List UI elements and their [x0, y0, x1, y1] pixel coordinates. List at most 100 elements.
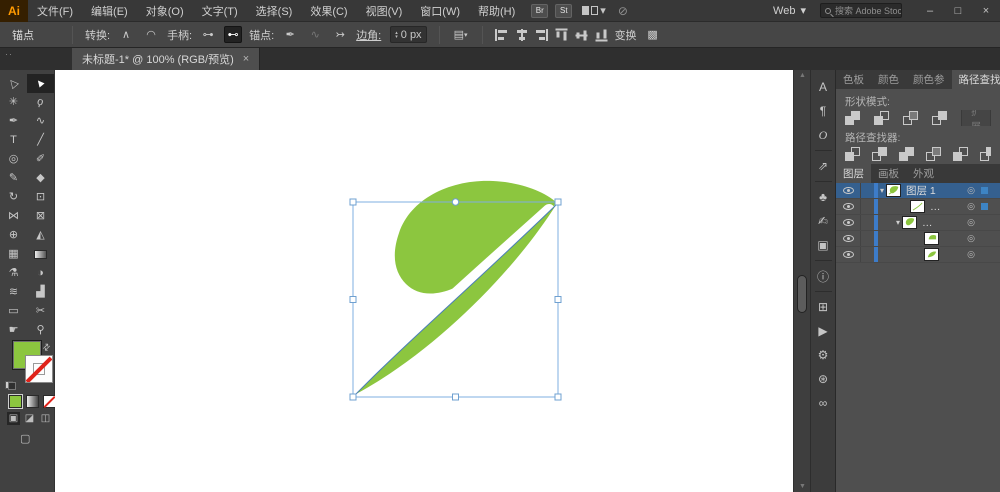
selection-indicator[interactable]: [981, 235, 988, 242]
brushes-panel-icon[interactable]: ✍: [811, 209, 835, 233]
stock-button[interactable]: St: [555, 3, 573, 18]
layer-thumbnail[interactable]: [924, 248, 939, 261]
menu-view[interactable]: 视图(V): [357, 0, 412, 22]
layer-name[interactable]: …: [930, 201, 967, 213]
visibility-toggle[interactable]: [836, 231, 861, 246]
layer-thumbnail[interactable]: [886, 184, 902, 197]
layer-thumbnail[interactable]: [902, 216, 918, 229]
handle-bottom-left[interactable]: [349, 393, 357, 401]
tab-color[interactable]: 颜色: [871, 70, 906, 89]
gradient-tool[interactable]: [27, 245, 54, 264]
layer-row-4[interactable]: ◎: [836, 231, 1000, 247]
symbol-sprayer-tool[interactable]: ≋: [0, 283, 27, 302]
swap-fill-stroke-icon[interactable]: ⇄: [40, 341, 53, 354]
menu-file[interactable]: 文件(F): [28, 0, 82, 22]
layer-name[interactable]: 图层 1: [906, 183, 967, 198]
show-handles-button[interactable]: ⊶: [199, 26, 217, 43]
artboard-tool[interactable]: ▭: [0, 302, 27, 321]
artboard-canvas[interactable]: [55, 70, 793, 492]
handle-bottom-center[interactable]: [452, 393, 459, 401]
align-right-button[interactable]: [535, 28, 548, 41]
anchor-point-top-center[interactable]: [451, 198, 460, 206]
align-left-button[interactable]: [494, 28, 508, 41]
transform-label[interactable]: 变换: [615, 27, 637, 43]
corner-label[interactable]: 边角:: [356, 27, 381, 43]
scroll-down-icon[interactable]: ▼: [794, 483, 811, 490]
scrollbar-thumb[interactable]: [797, 275, 807, 313]
menu-window[interactable]: 窗口(W): [411, 0, 469, 22]
search-input[interactable]: 搜索 Adobe Stock: [820, 3, 902, 18]
tab-close-icon[interactable]: ×: [243, 53, 249, 65]
magic-wand-tool[interactable]: ✳: [0, 93, 27, 112]
target-icon[interactable]: ◎: [967, 249, 975, 260]
shape-mode-exclude-button[interactable]: [932, 111, 948, 125]
align-bottom-button[interactable]: [595, 28, 608, 41]
pathfinder-trim-button[interactable]: [872, 147, 888, 161]
selection-indicator[interactable]: [981, 219, 988, 226]
leaf-artwork[interactable]: [55, 70, 793, 492]
layer-thumbnail[interactable]: [924, 232, 939, 245]
remove-anchor-button[interactable]: ✒: [281, 26, 299, 43]
cut-path-button[interactable]: ∿: [306, 26, 324, 43]
align-middle-button[interactable]: [575, 28, 588, 41]
pathfinder-minus-back-button[interactable]: [980, 147, 991, 161]
expand-button[interactable]: 扩展: [961, 110, 991, 126]
free-transform-tool[interactable]: ⊠: [27, 207, 54, 226]
target-icon[interactable]: ◎: [967, 217, 975, 228]
target-icon[interactable]: ◎: [967, 233, 975, 244]
handle-mid-left[interactable]: [349, 296, 357, 303]
convert-to-corner-button[interactable]: ∧: [117, 26, 135, 43]
tab-layers[interactable]: 图层: [836, 164, 871, 183]
target-icon[interactable]: ◎: [967, 185, 975, 196]
tab-swatches[interactable]: 色板: [836, 70, 871, 89]
visibility-toggle[interactable]: [836, 199, 861, 214]
menu-edit[interactable]: 编辑(E): [82, 0, 137, 22]
curvature-tool[interactable]: ∿: [27, 112, 54, 131]
tab-pathfinder[interactable]: 路径查找器: [951, 70, 1000, 89]
layer-thumbnail[interactable]: [910, 200, 925, 213]
graphic-styles-panel-icon[interactable]: ▣: [811, 233, 835, 257]
zoom-tool[interactable]: ⚲: [27, 321, 54, 340]
selection-indicator[interactable]: [981, 251, 988, 258]
shape-builder-tool[interactable]: ⊕: [0, 226, 27, 245]
handle-top-left[interactable]: [349, 198, 357, 206]
selection-indicator[interactable]: [981, 187, 988, 194]
mesh-tool[interactable]: ▦: [0, 245, 27, 264]
eraser-tool[interactable]: ◆: [27, 169, 54, 188]
pen-tool[interactable]: ✒: [0, 112, 27, 131]
expand-arrow-icon[interactable]: ▾: [896, 218, 900, 227]
selection-tool[interactable]: ▲: [27, 74, 54, 93]
menu-effect[interactable]: 效果(C): [301, 0, 356, 22]
draw-normal-button[interactable]: ▣: [7, 412, 20, 425]
align-top-button[interactable]: [555, 28, 568, 41]
toolbar-collapse-icon[interactable]: ··: [5, 49, 13, 59]
scale-tool[interactable]: ⊡: [27, 188, 54, 207]
handle-mid-right[interactable]: [554, 296, 562, 303]
stepper-arrows-icon[interactable]: ▴ ▾: [395, 30, 398, 39]
handle-top-right[interactable]: [554, 198, 562, 206]
rotate-tool[interactable]: ↻: [0, 188, 27, 207]
menu-object[interactable]: 对象(O): [137, 0, 193, 22]
hide-handles-button[interactable]: ⊷: [224, 26, 243, 43]
visibility-toggle[interactable]: [836, 247, 861, 262]
corner-radius-value[interactable]: 0 px: [401, 29, 422, 41]
layer-row-2[interactable]: … ◎: [836, 199, 1000, 215]
visibility-toggle[interactable]: [836, 215, 861, 230]
shape-mode-unite-button[interactable]: [845, 111, 861, 125]
draw-inside-button[interactable]: ◫: [39, 412, 52, 425]
slice-tool[interactable]: ✂: [27, 302, 54, 321]
handle-bottom-right[interactable]: [554, 393, 562, 401]
gpu-performance-icon[interactable]: ⊘: [618, 4, 628, 18]
transform-panel-icon[interactable]: ⊞: [811, 295, 835, 319]
minimize-button[interactable]: –: [916, 0, 944, 22]
color-mode-button[interactable]: [8, 394, 23, 409]
character-panel-icon[interactable]: A: [811, 75, 835, 99]
selection-indicator[interactable]: [981, 203, 988, 210]
links-panel-icon[interactable]: ∞: [811, 391, 835, 415]
lasso-tool[interactable]: ϙ: [27, 93, 54, 112]
direct-selection-tool[interactable]: △: [0, 74, 27, 93]
menu-select[interactable]: 选择(S): [247, 0, 302, 22]
eyedropper-tool[interactable]: ⚗: [0, 264, 27, 283]
column-graph-tool[interactable]: ▟: [27, 283, 54, 302]
tab-appearance[interactable]: 外观: [906, 164, 941, 183]
